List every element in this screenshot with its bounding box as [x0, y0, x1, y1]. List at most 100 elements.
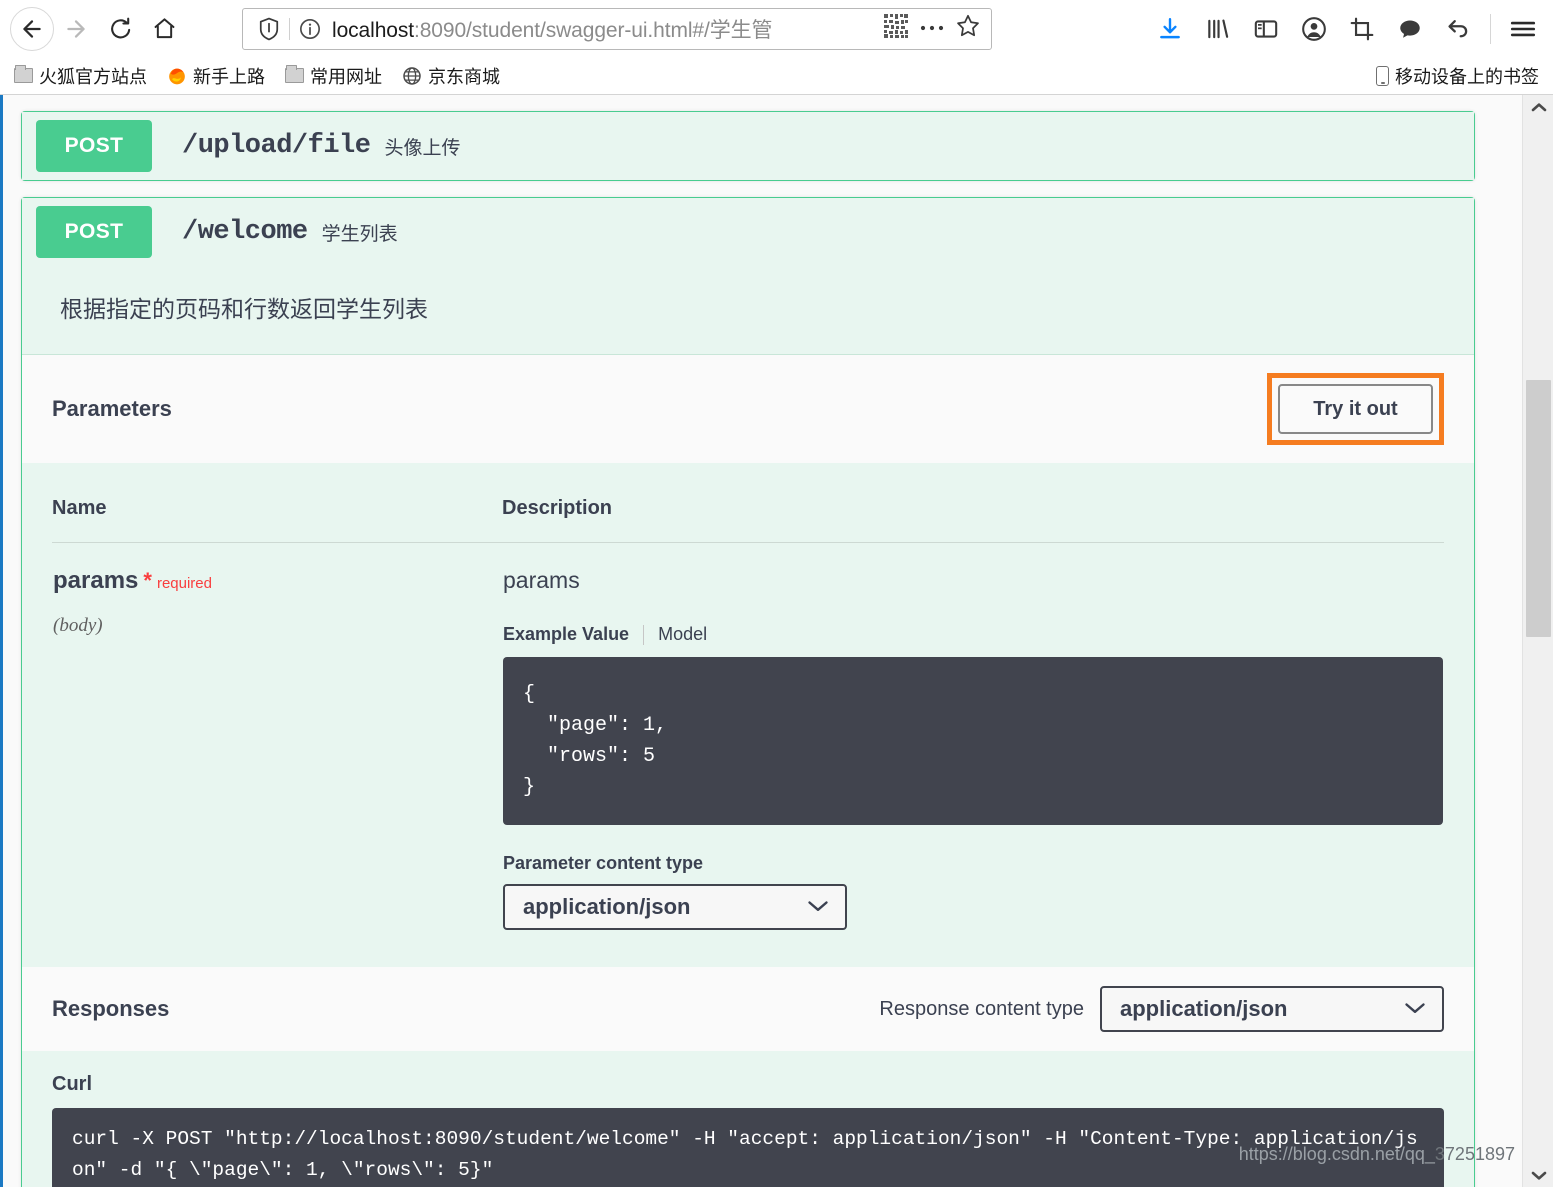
globe-icon: [402, 66, 422, 86]
param-name: params * required: [53, 567, 501, 595]
page-viewport: POST /upload/file 头像上传 POST /welcome 学生列…: [0, 95, 1553, 1187]
forward-button[interactable]: [54, 7, 98, 51]
folder-icon: [285, 65, 304, 83]
toolbar-divider: [1490, 13, 1491, 44]
browser-chrome: localhost:8090/student/swagger-ui.html#/…: [0, 0, 1553, 95]
opblock-welcome[interactable]: POST /welcome 学生列表 根据指定的页码和行数返回学生列表 Para…: [21, 197, 1475, 1187]
param-description-cell: params Example Value Model { "page": 1, …: [502, 543, 1444, 932]
parameter-content-type-select[interactable]: application/json: [503, 884, 847, 930]
swagger-ui-root: POST /upload/file 头像上传 POST /welcome 学生列…: [3, 95, 1493, 1187]
table-row: params * required (body) params Example …: [52, 543, 1444, 932]
library-icon[interactable]: [1196, 7, 1240, 51]
param-description: params: [503, 567, 580, 593]
parameters-title: Parameters: [52, 396, 172, 421]
responses-header: Responses Response content type applicat…: [22, 967, 1474, 1051]
try-it-out-highlight-box: Try it out: [1267, 373, 1444, 445]
example-model-tabs: Example Value Model: [503, 624, 1443, 645]
example-value-code: { "page": 1, "rows": 5 }: [503, 657, 1443, 825]
screenshot-crop-icon[interactable]: [1340, 7, 1384, 51]
parameters-header: Parameters Try it out: [22, 355, 1474, 463]
watermark: https://blog.csdn.net/qq_37251897: [1239, 1144, 1515, 1165]
bookmark-item-1[interactable]: 新手上路: [167, 63, 265, 89]
column-header-name: Name: [52, 489, 502, 543]
operation-notes: 根据指定的页码和行数返回学生列表: [22, 266, 1474, 355]
operation-summary: 头像上传: [384, 137, 461, 159]
folder-icon: [14, 65, 33, 83]
opblock-summary[interactable]: POST /upload/file 头像上传: [22, 112, 1474, 180]
home-icon: [154, 18, 174, 39]
home-button[interactable]: [142, 7, 186, 51]
pocket-chat-icon[interactable]: [1388, 7, 1432, 51]
param-name-text: params: [53, 567, 139, 594]
download-icon[interactable]: [1148, 7, 1192, 51]
shield-icon[interactable]: [255, 17, 283, 41]
url-text[interactable]: localhost:8090/student/swagger-ui.html#/…: [332, 14, 877, 44]
operation-summary: 学生列表: [321, 223, 398, 245]
opblock-upload-file[interactable]: POST /upload/file 头像上传: [21, 111, 1475, 181]
http-method-badge: POST: [36, 120, 152, 172]
reload-icon: [110, 17, 130, 39]
reload-button[interactable]: [98, 7, 142, 51]
bookmark-item-2[interactable]: 常用网址: [285, 63, 382, 89]
urlbar-divider: [289, 17, 290, 40]
curl-command-code: curl -X POST "http://localhost:8090/stud…: [52, 1108, 1444, 1187]
parameters-table: Name Description params * required (body…: [52, 489, 1444, 931]
back-button[interactable]: [10, 6, 54, 51]
parameter-content-type-value: application/json: [523, 894, 691, 919]
responses-title: Responses: [52, 996, 170, 1021]
response-content-type-value: application/json: [1120, 996, 1288, 1021]
chevron-down-icon: [807, 896, 829, 919]
bookmark-item-3[interactable]: 京东商城: [402, 63, 500, 89]
column-header-description: Description: [502, 489, 1444, 543]
chevron-down-icon: [1531, 1171, 1546, 1180]
info-circle-icon[interactable]: [296, 18, 324, 40]
tab-divider: [643, 624, 645, 645]
response-content-type-select[interactable]: application/json: [1100, 986, 1444, 1032]
url-host: localhost: [332, 18, 414, 42]
curl-area: Curl curl -X POST "http://localhost:8090…: [22, 1051, 1474, 1187]
required-label: required: [156, 575, 212, 592]
ellipsis-icon[interactable]: [919, 20, 945, 38]
tab-example-value[interactable]: Example Value: [503, 624, 629, 645]
bookmark-star-icon[interactable]: [955, 13, 981, 44]
bookmarks-bar: 火狐官方站点 新手上路 常用网址 京东商城 移动设备上的书签: [0, 57, 1553, 95]
opblock-summary[interactable]: POST /welcome 学生列表: [22, 198, 1474, 266]
swagger-page: POST /upload/file 头像上传 POST /welcome 学生列…: [3, 95, 1525, 1187]
undo-arrow-icon[interactable]: [1436, 7, 1480, 51]
bookmark-label: 京东商城: [428, 66, 500, 87]
response-content-type-label: Response content type: [879, 997, 1084, 1020]
sidebar-icon[interactable]: [1244, 7, 1288, 51]
response-content-type-group: Response content type application/json: [879, 986, 1444, 1032]
scrollbar-thumb[interactable]: [1526, 380, 1551, 637]
browser-toolbar-right: [1148, 0, 1545, 57]
chevron-down-icon: [1404, 998, 1426, 1021]
parameters-area: Name Description params * required (body…: [22, 463, 1474, 967]
bookmark-label: 新手上路: [193, 66, 265, 87]
scrollbar-down-arrow[interactable]: [1523, 1163, 1553, 1187]
try-it-out-button[interactable]: Try it out: [1278, 384, 1433, 434]
scrollbar-up-arrow[interactable]: [1523, 95, 1553, 119]
table-header-row: Name Description: [52, 489, 1444, 543]
hamburger-menu-icon[interactable]: [1501, 7, 1545, 51]
url-bar[interactable]: localhost:8090/student/swagger-ui.html#/…: [242, 7, 992, 50]
parameter-content-type-label: Parameter content type: [503, 853, 704, 873]
forward-arrow-icon: [67, 19, 85, 38]
http-method-badge: POST: [36, 206, 152, 258]
operation-path: /welcome: [182, 217, 308, 247]
operation-path: /upload/file: [182, 131, 371, 161]
param-location: (body): [53, 615, 103, 636]
watermark-prefix: https://blog.csdn.net/qq_: [1238, 1144, 1435, 1164]
required-star: *: [143, 568, 152, 593]
firefox-icon: [167, 66, 187, 86]
qr-code-icon[interactable]: [883, 13, 909, 44]
account-icon[interactable]: [1292, 7, 1336, 51]
back-arrow-icon: [23, 19, 41, 38]
mobile-bookmarks-item[interactable]: 移动设备上的书签: [1376, 57, 1539, 95]
page-scrollbar[interactable]: [1522, 95, 1553, 1187]
opblock-body: 根据指定的页码和行数返回学生列表 Parameters Try it out N…: [22, 266, 1474, 1187]
watermark-suffix: 37251897: [1434, 1144, 1515, 1164]
url-path: :8090/student/swagger-ui.html#/学生管: [413, 18, 773, 42]
tab-model[interactable]: Model: [658, 624, 707, 645]
bookmark-item-0[interactable]: 火狐官方站点: [14, 63, 147, 89]
urlbar-actions: [883, 13, 981, 44]
